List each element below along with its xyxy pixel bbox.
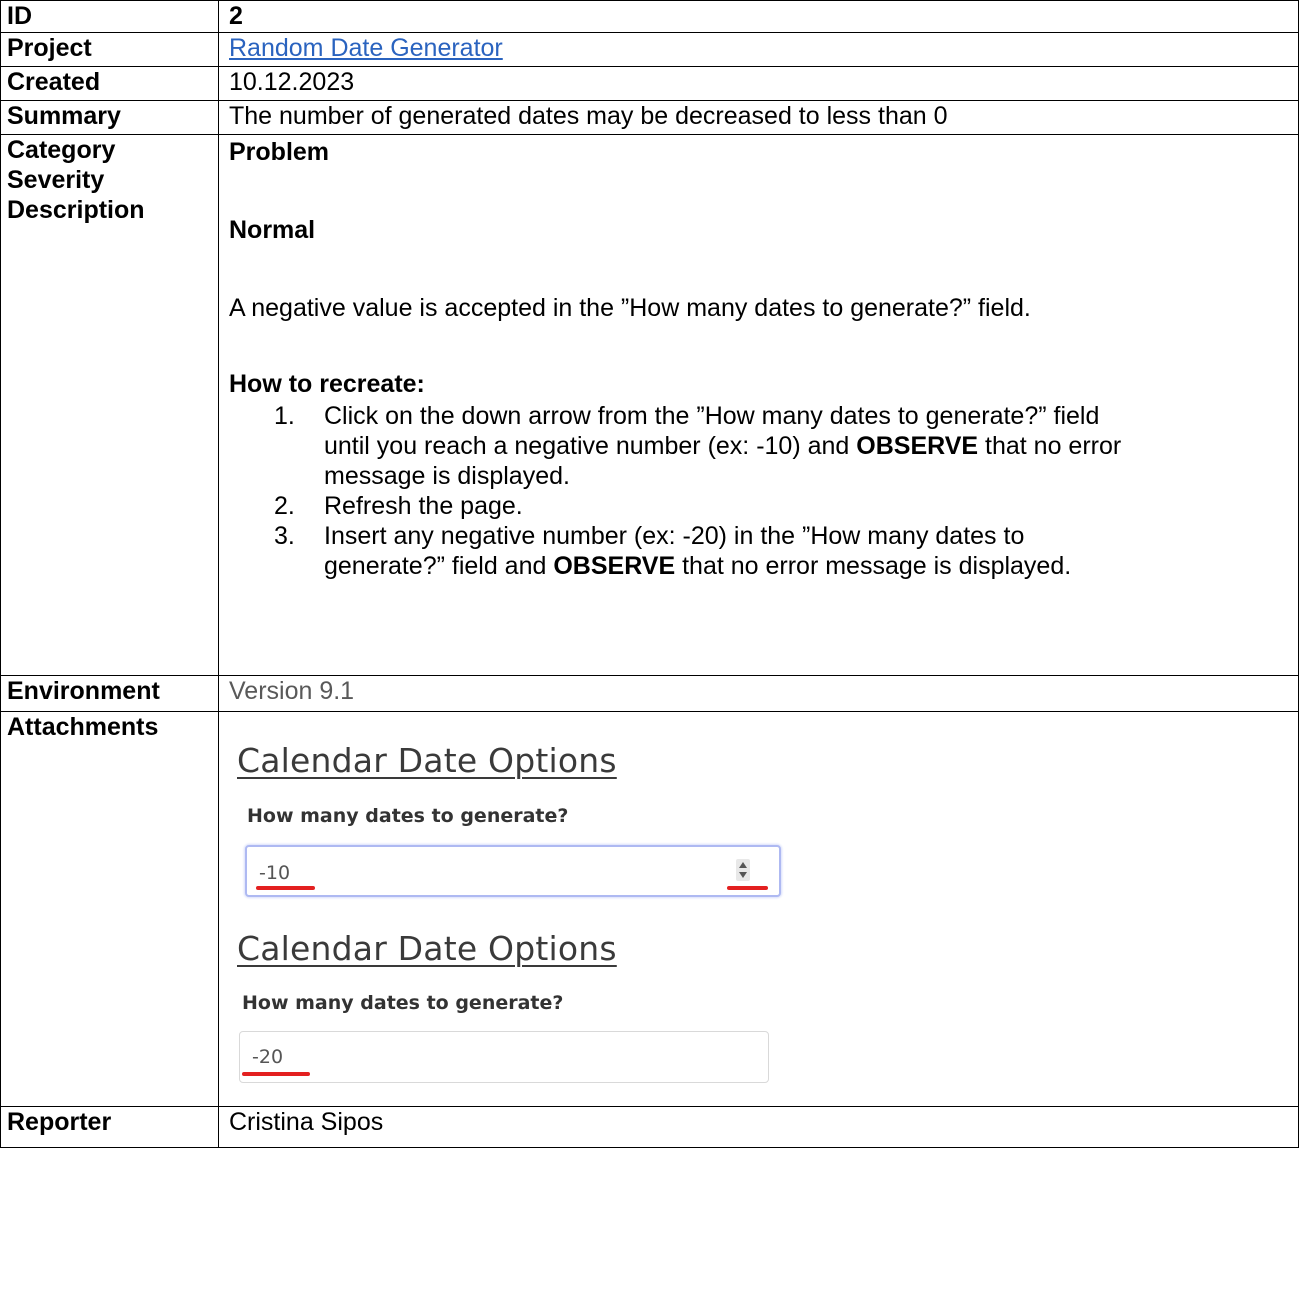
step-1-line-2: until you reach a negative number (ex: -… [324, 432, 1122, 460]
attachment-screenshot-2: Calendar Date Options How many dates to … [237, 929, 797, 1094]
created-value: 10.12.2023 [218, 66, 1299, 101]
spinner-up-arrow-icon[interactable] [739, 862, 747, 868]
number-spinner-icon[interactable] [736, 859, 750, 881]
attachments-area: Calendar Date Options How many dates to … [218, 711, 1299, 1107]
environment-label: Environment [0, 675, 219, 712]
step-number: 1. [274, 402, 295, 430]
row-project: Project Random Date Generator [0, 32, 1299, 67]
attachment-screenshot-1: Calendar Date Options How many dates to … [237, 741, 797, 906]
summary-label: Summary [0, 100, 219, 135]
step-2-line-1: Refresh the page. [324, 492, 523, 520]
project-link[interactable]: Random Date Generator [229, 34, 503, 62]
screenshot-field-label: How many dates to generate? [247, 805, 569, 827]
step-3-line-2: generate?” field and OBSERVE that no err… [324, 552, 1072, 580]
list-item: 1. Click on the down arrow from the ”How… [274, 401, 1274, 491]
row-summary: Summary The number of generated dates ma… [0, 100, 1299, 135]
attachments-label: Attachments [0, 711, 219, 1107]
how-to-recreate-title: How to recreate: [229, 370, 425, 398]
dates-count-input-focused[interactable]: -10 [245, 845, 781, 897]
severity-value: Normal [229, 216, 316, 244]
step-1-line-1: Click on the down arrow from the ”How ma… [324, 402, 1100, 430]
reporter-value: Cristina Sipos [218, 1106, 1299, 1148]
row-created: Created 10.12.2023 [0, 66, 1299, 101]
step-number: 3. [274, 522, 295, 550]
screenshot-title: Calendar Date Options [237, 929, 617, 968]
red-underline-mark [727, 886, 768, 890]
screenshot-title: Calendar Date Options [237, 741, 617, 780]
dates-count-input[interactable]: -20 [239, 1031, 769, 1083]
project-label: Project [0, 32, 219, 67]
id-value: 2 [218, 0, 1299, 33]
row-environment: Environment Version 9.1 [0, 675, 1299, 712]
description-intro: A negative value is accepted in the ”How… [229, 294, 1031, 322]
bug-report-table: ID 2 Project Random Date Generator Creat… [0, 0, 1299, 1148]
category-label: Category [7, 136, 116, 164]
category-value: Problem [229, 138, 330, 166]
bug-report: ID 2 Project Random Date Generator Creat… [0, 0, 1299, 1289]
list-item: 2. Refresh the page. [274, 491, 1274, 521]
step-number: 2. [274, 492, 295, 520]
red-underline-mark [242, 1072, 310, 1076]
environment-value: Version 9.1 [218, 675, 1299, 712]
row-category-severity-description: Category Severity Description Problem No… [0, 134, 1299, 676]
screenshot-field-label: How many dates to generate? [242, 992, 564, 1014]
reporter-label: Reporter [0, 1106, 219, 1148]
red-underline-mark [256, 886, 315, 890]
row-attachments: Attachments Calendar Date Options How ma… [0, 711, 1299, 1107]
description-label: Description [7, 196, 145, 224]
id-label: ID [0, 0, 219, 33]
step-3-line-1: Insert any negative number (ex: -20) in … [324, 522, 1025, 550]
input-value: -10 [259, 862, 291, 884]
severity-label: Severity [7, 166, 105, 194]
steps-list: 1. Click on the down arrow from the ”How… [274, 401, 1274, 581]
step-1-line-3: message is displayed. [324, 462, 570, 490]
row-reporter: Reporter Cristina Sipos [0, 1106, 1299, 1148]
input-value: -20 [252, 1046, 284, 1068]
spinner-down-arrow-icon[interactable] [739, 872, 747, 878]
row-id: ID 2 [0, 0, 1299, 33]
list-item: 3. Insert any negative number (ex: -20) … [274, 521, 1274, 581]
created-label: Created [0, 66, 219, 101]
summary-value: The number of generated dates may be dec… [218, 100, 1299, 135]
